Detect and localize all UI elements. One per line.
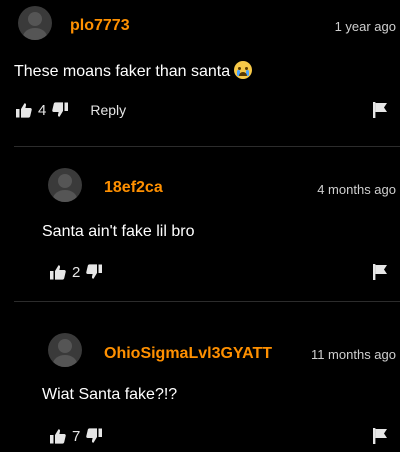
avatar[interactable] [48, 168, 82, 202]
comment-username[interactable]: plo7773 [70, 17, 130, 35]
like-count: 7 [72, 427, 81, 445]
crying-face-emoji-icon [234, 61, 253, 79]
like-count: 4 [38, 101, 47, 119]
thumbs-down-icon[interactable] [86, 428, 103, 444]
comment-2: 18ef2ca 4 months ago Santa ain't fake li… [0, 146, 400, 301]
comment-text: Santa ain't fake lil bro [42, 223, 195, 240]
comment-timestamp: 4 months ago [317, 182, 396, 197]
comment-username[interactable]: 18ef2ca [104, 179, 163, 197]
thumbs-up-icon[interactable] [50, 428, 66, 444]
comment-timestamp: 11 months ago [310, 347, 396, 362]
thumbs-down-icon[interactable] [86, 264, 103, 280]
comment-timestamp: 1 year ago [334, 19, 396, 34]
comment-text: Wiat Santa fake?!? [42, 386, 178, 403]
comment-actions: 4 Reply [16, 100, 126, 120]
thumbs-up-icon[interactable] [16, 102, 32, 118]
comment-divider [14, 146, 400, 147]
reply-button[interactable]: Reply [90, 102, 126, 118]
flag-icon[interactable] [372, 102, 388, 118]
comment-3: OhioSigmaLvl3GYATT 11 months ago Wiat Sa… [0, 301, 400, 452]
avatar[interactable] [18, 6, 52, 40]
comment-text-content: These moans faker than santa [14, 63, 231, 80]
thumbs-down-icon[interactable] [52, 102, 69, 118]
avatar[interactable] [48, 333, 82, 367]
flag-icon[interactable] [372, 428, 388, 444]
comment-1: plo7773 1 year ago These moans faker tha… [0, 0, 400, 146]
comment-text: These moans faker than santa [14, 61, 253, 81]
comment-actions: 2 [50, 262, 103, 282]
thumbs-up-icon[interactable] [50, 264, 66, 280]
comment-divider [14, 301, 400, 302]
comment-username[interactable]: OhioSigmaLvl3GYATT [104, 345, 272, 363]
like-count: 2 [72, 263, 81, 281]
comment-actions: 7 [50, 426, 103, 446]
flag-icon[interactable] [372, 264, 388, 280]
